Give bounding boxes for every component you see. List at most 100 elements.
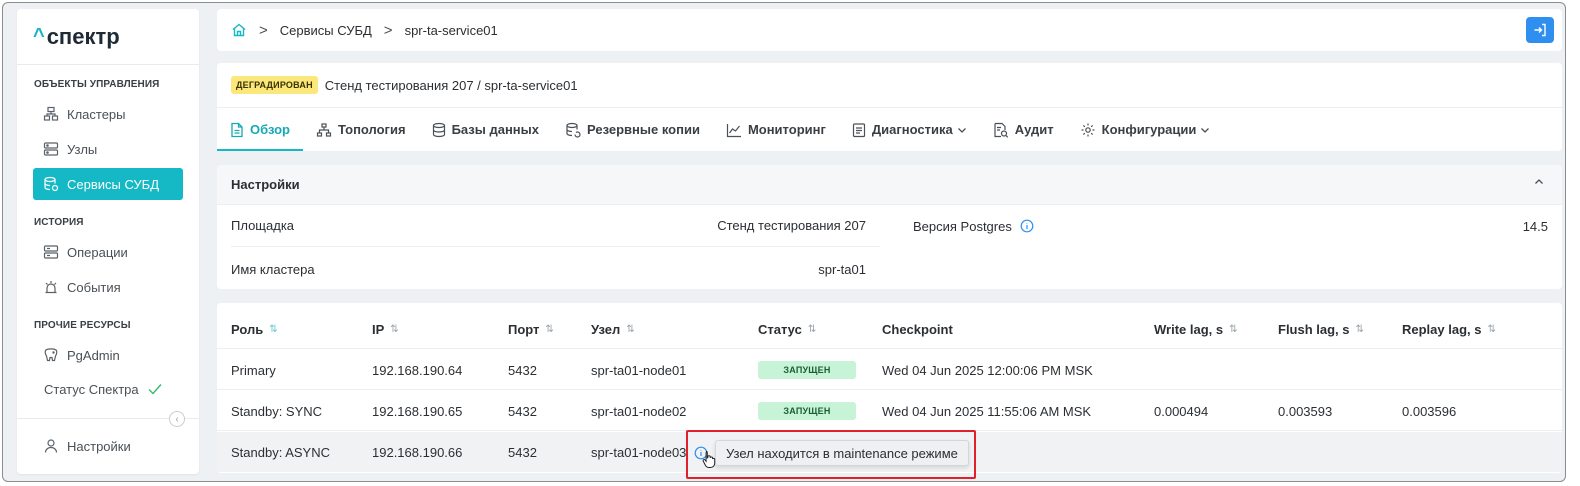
sidebar-item-label: События: [67, 279, 121, 295]
column-header-ip[interactable]: IP ⇅: [372, 309, 399, 349]
column-label: Роль: [231, 321, 264, 337]
operations-icon: [43, 244, 59, 260]
database-icon: [432, 122, 446, 138]
sidebar-item-settings[interactable]: Настройки: [33, 430, 183, 462]
status-badge-running: ЗАПУЩЕН: [758, 402, 856, 420]
tab-label: Топология: [338, 122, 406, 137]
tab-label: Аудит: [1014, 122, 1054, 137]
column-header-replay-lag[interactable]: Replay lag, s ⇅: [1402, 309, 1496, 349]
sidebar-collapse-button[interactable]: ‹: [169, 411, 185, 427]
info-icon[interactable]: [1020, 219, 1034, 233]
column-header-checkpoint: Checkpoint: [882, 309, 953, 349]
sort-icon: ⇅: [1229, 323, 1238, 335]
column-label: Replay lag, s: [1402, 321, 1482, 337]
tab-overview[interactable]: Обзор: [217, 108, 303, 151]
sidebar-item-pgadmin[interactable]: PgAdmin: [33, 339, 183, 371]
service-title-row: ДЕГРАДИРОВАН Стенд тестирования 207 / sp…: [217, 63, 1562, 107]
tab-monitoring[interactable]: Мониторинг: [713, 108, 839, 151]
sidebar-footer: ‹ Настройки: [17, 411, 199, 474]
tab-diagnostics[interactable]: Диагностика: [839, 108, 980, 151]
backup-icon: [565, 122, 581, 138]
column-label: Порт: [508, 321, 540, 337]
sort-icon: ⇅: [1355, 323, 1364, 335]
clipboard-icon: [852, 122, 866, 138]
setting-label: Версия Postgres: [913, 218, 1012, 234]
highlight-box: [686, 430, 976, 479]
chevron-up-icon[interactable]: [1534, 178, 1544, 186]
column-header-role[interactable]: Роль ⇅: [231, 309, 278, 349]
tab-label: Конфигурации: [1101, 122, 1197, 137]
sidebar-item-dbms-services[interactable]: Сервисы СУБД: [33, 168, 183, 200]
sort-icon: ⇅: [269, 323, 278, 335]
database-service-icon: [43, 176, 59, 192]
server-icon: [43, 141, 59, 157]
cell-role: Standby: ASYNC: [231, 444, 330, 460]
sidebar-item-operations[interactable]: Операции: [33, 236, 183, 268]
tab-label: Базы данных: [451, 122, 539, 137]
sort-icon: ⇅: [626, 323, 635, 335]
cell-node: spr-ta01-node01: [591, 362, 687, 378]
topology-icon: [316, 122, 332, 138]
settings-panel-header[interactable]: Настройки: [217, 165, 1562, 205]
cell-ip: 192.168.190.64: [372, 362, 463, 378]
spectr-status[interactable]: Статус Спектра: [17, 374, 199, 404]
tab-label: Диагностика: [871, 122, 953, 137]
sidebar-item-label: Настройки: [67, 438, 131, 454]
setting-row-site: Площадка Стенд тестирования 207: [231, 205, 880, 247]
table-row[interactable]: Standby: SYNC 192.168.190.65 5432 spr-ta…: [217, 391, 1562, 431]
tab-audit[interactable]: Аудит: [980, 108, 1067, 151]
sidebar-item-nodes[interactable]: Узлы: [33, 133, 183, 165]
column-label: Flush lag, s: [1278, 321, 1350, 337]
elephant-icon: [43, 347, 59, 363]
breadcrumb-item-services[interactable]: Сервисы СУБД: [280, 23, 372, 38]
cell-checkpoint: Wed 04 Jun 2025 11:55:06 AM MSK: [882, 403, 1092, 419]
events-icon: [43, 279, 59, 295]
tab-label: Мониторинг: [747, 122, 826, 137]
tab-configurations[interactable]: Конфигурации: [1067, 108, 1224, 151]
sidebar: ^ спектр ОБЪЕКТЫ УПРАВЛЕНИЯ Кластеры Узл…: [17, 9, 199, 474]
app-logo[interactable]: ^ спектр: [17, 9, 199, 65]
cell-write-lag: 0.000494: [1154, 403, 1209, 419]
cell-node: spr-ta01-node02: [591, 403, 687, 419]
column-header-flush-lag[interactable]: Flush lag, s ⇅: [1278, 309, 1364, 349]
home-icon[interactable]: [231, 22, 247, 38]
breadcrumb-item-current: spr-ta-service01: [404, 22, 498, 38]
column-header-write-lag[interactable]: Write lag, s ⇅: [1154, 309, 1238, 349]
cell-port: 5432: [508, 362, 537, 378]
settings-panel-title: Настройки: [231, 177, 300, 192]
tab-topology[interactable]: Топология: [303, 108, 419, 151]
breadcrumb-separator: >: [383, 21, 393, 39]
sort-icon: ⇅: [390, 323, 399, 335]
section-title-objects: ОБЪЕКТЫ УПРАВЛЕНИЯ: [34, 79, 160, 90]
sidebar-item-clusters[interactable]: Кластеры: [33, 98, 183, 130]
user-icon: [43, 438, 59, 454]
cell-node: spr-ta01-node03: [591, 444, 687, 460]
document-icon: [230, 122, 244, 138]
column-header-port[interactable]: Порт ⇅: [508, 309, 554, 349]
column-header-status[interactable]: Статус ⇅: [758, 309, 816, 349]
table-header: Роль ⇅ IP ⇅ Порт ⇅ Узел ⇅ Статус ⇅ Checkpoint…: [217, 309, 1562, 349]
app-window: ^ спектр ОБЪЕКТЫ УПРАВЛЕНИЯ Кластеры Узл…: [2, 2, 1566, 482]
cell-ip: 192.168.190.66: [372, 444, 463, 460]
setting-label: Имя кластера: [231, 261, 315, 277]
column-label: Write lag, s: [1154, 321, 1224, 337]
sort-icon: ⇅: [545, 323, 554, 335]
section-title-other: ПРОЧИЕ РЕСУРСЫ: [34, 320, 131, 331]
check-icon: [147, 382, 163, 396]
column-header-node[interactable]: Узел ⇅: [591, 309, 635, 349]
column-label: Узел: [591, 321, 621, 337]
page-title: Стенд тестирования 207 / spr-ta-service0…: [324, 77, 578, 93]
breadcrumb: > Сервисы СУБД > spr-ta-service01: [217, 9, 1562, 51]
tab-label: Резервные копии: [587, 122, 700, 137]
tab-databases[interactable]: Базы данных: [419, 108, 552, 151]
column-label: Checkpoint: [882, 321, 953, 337]
status-badge-running: ЗАПУЩЕН: [758, 361, 856, 379]
tab-backups[interactable]: Резервные копии: [552, 108, 713, 151]
breadcrumb-separator: >: [259, 21, 268, 39]
sidebar-item-events[interactable]: События: [33, 271, 183, 303]
cluster-icon: [43, 106, 59, 122]
table-row[interactable]: Primary 192.168.190.64 5432 spr-ta01-nod…: [217, 350, 1562, 390]
logout-button[interactable]: [1526, 17, 1554, 43]
cell-flush-lag: 0.003593: [1278, 403, 1333, 419]
setting-value: 14.5: [1522, 218, 1548, 234]
